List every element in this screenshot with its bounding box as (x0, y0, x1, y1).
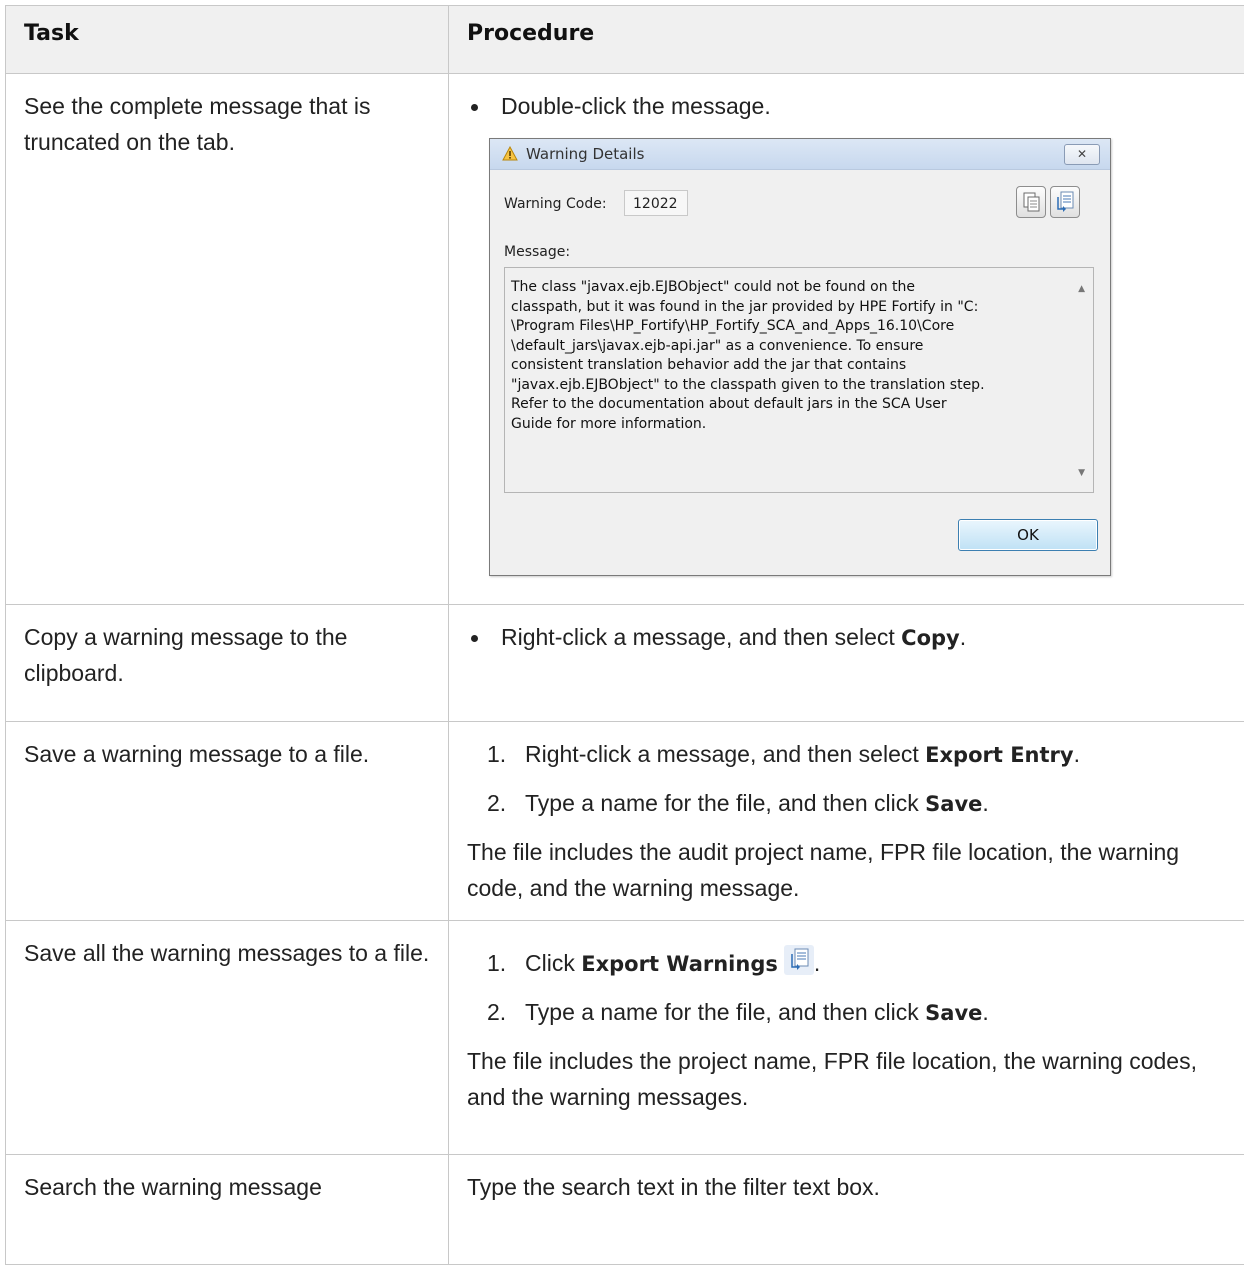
header-task: Task (6, 6, 449, 74)
bullet-text: Double-click the message. (501, 93, 771, 119)
procedure-cell: Double-click the message. Warning Detail… (449, 74, 1244, 605)
task-cell: See the complete message that is truncat… (6, 74, 449, 605)
step-bold: Export Entry (925, 743, 1073, 767)
warning-icon (502, 146, 518, 167)
bullet-prefix: Right-click a message, and then select (501, 624, 901, 650)
task-cell: Copy a warning message to the clipboard. (6, 605, 449, 722)
step-prefix: Right-click a message, and then select (525, 741, 925, 767)
step-suffix: . (982, 790, 988, 816)
step-note: The file includes the project name, FPR … (467, 1043, 1226, 1115)
task-procedure-table: Task Procedure See the complete message … (5, 5, 1244, 1265)
table-row: Copy a warning message to the clipboard.… (6, 605, 1244, 722)
export-warnings-icon (784, 945, 814, 975)
step-suffix: . (1074, 741, 1080, 767)
table-row: Save a warning message to a file. 1. Rig… (6, 722, 1244, 921)
step-prefix: Type a name for the file, and then click (525, 790, 925, 816)
step-suffix: . (982, 999, 988, 1025)
message-textarea[interactable]: The class "javax.ejb.EJBObject" could no… (504, 267, 1094, 493)
bullet-dot (471, 104, 478, 111)
step-number: 2. (487, 994, 506, 1030)
scroll-down-icon[interactable]: ▼ (1078, 464, 1085, 482)
step-bold: Save (925, 1001, 982, 1025)
warning-code-label: Warning Code: (504, 195, 607, 213)
step-suffix: . (814, 950, 820, 976)
table-row: See the complete message that is truncat… (6, 74, 1244, 605)
step-prefix: Type a name for the file, and then click (525, 999, 925, 1025)
task-cell: Search the warning message (6, 1155, 449, 1265)
step-number: 1. (487, 945, 506, 981)
task-cell: Save all the warning messages to a file. (6, 921, 449, 1155)
bullet-suffix: . (960, 624, 966, 650)
procedure-cell: Right-click a message, and then select C… (449, 605, 1244, 722)
step-item: 1. Right-click a message, and then selec… (467, 736, 1226, 773)
step-item: 2. Type a name for the file, and then cl… (467, 994, 1226, 1031)
copy-icon (1017, 205, 1045, 221)
table-header-row: Task Procedure (6, 6, 1244, 74)
step-note: The file includes the audit project name… (467, 834, 1226, 906)
step-bold: Save (925, 792, 982, 816)
table-row: Search the warning message Type the sear… (6, 1155, 1244, 1265)
message-text: The class "javax.ejb.EJBObject" could no… (511, 278, 1071, 434)
bullet-bold: Copy (901, 626, 960, 650)
step-item: 2. Type a name for the file, and then cl… (467, 785, 1226, 822)
procedure-cell: 1. Right-click a message, and then selec… (449, 722, 1244, 921)
bullet-dot (471, 635, 478, 642)
step-item: 1. Click Export Warnings . (467, 945, 1226, 982)
message-label: Message: (504, 243, 570, 261)
table-row: Save all the warning messages to a file.… (6, 921, 1244, 1155)
bullet-item: Double-click the message. (467, 88, 1226, 124)
dialog-title-bar: Warning Details ✕ (490, 139, 1110, 170)
header-procedure: Procedure (449, 6, 1244, 74)
step-prefix: Click (525, 950, 581, 976)
warning-code-field[interactable]: 12022 (624, 190, 688, 216)
ok-button[interactable]: OK (958, 519, 1098, 551)
scroll-up-icon[interactable]: ▲ (1078, 280, 1085, 298)
copy-button[interactable] (1016, 186, 1046, 218)
procedure-cell: Type the search text in the filter text … (449, 1155, 1244, 1265)
step-number: 1. (487, 736, 506, 772)
step-number: 2. (487, 785, 506, 821)
close-icon[interactable]: ✕ (1064, 144, 1100, 165)
dialog-title: Warning Details (526, 145, 644, 163)
procedure-cell: 1. Click Export Warnings . 2. Type a nam… (449, 921, 1244, 1155)
warning-details-dialog: Warning Details ✕ Warning Code: 12022 (489, 138, 1111, 576)
bullet-item: Right-click a message, and then select C… (467, 619, 1226, 656)
task-cell: Save a warning message to a file. (6, 722, 449, 921)
export-warnings-button[interactable] (1050, 186, 1080, 218)
export-icon (1051, 205, 1079, 221)
step-bold: Export Warnings (581, 952, 778, 976)
